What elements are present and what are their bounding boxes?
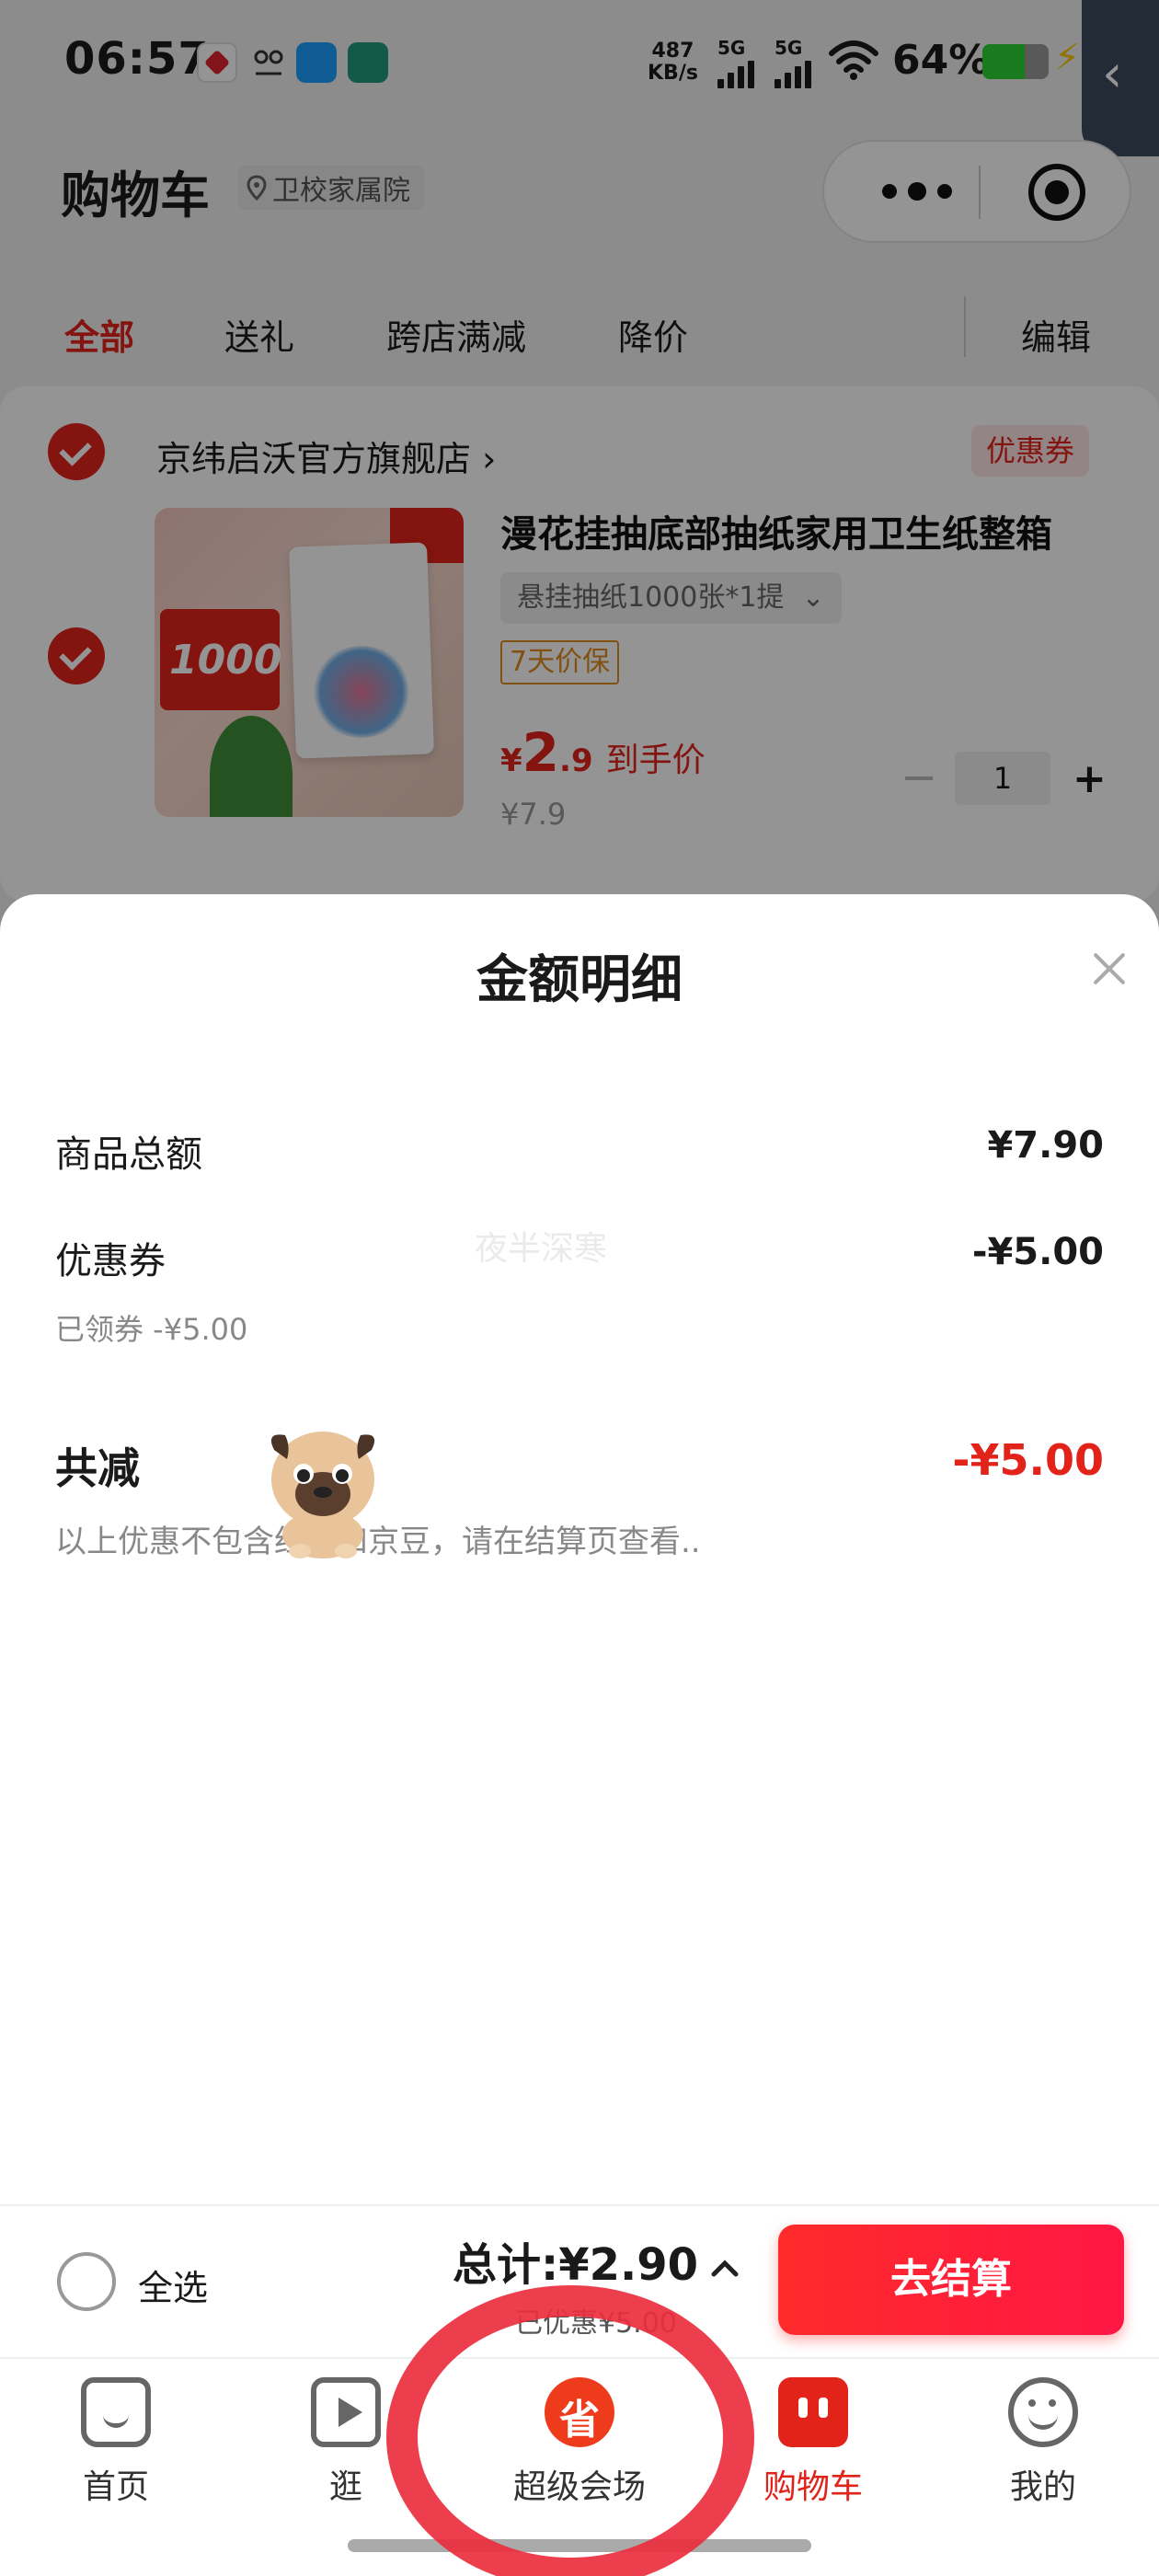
coupon-note: 已领券 -¥5.00 xyxy=(55,1312,248,1347)
total-price[interactable]: 总计:¥2.90 xyxy=(453,2228,698,2293)
close-icon[interactable] xyxy=(1089,948,1131,990)
watermark-text: 夜半深寒 xyxy=(475,1230,608,1268)
sheet-title: 金额明细 xyxy=(476,950,683,1010)
coupon-value: -¥5.00 xyxy=(971,1231,1104,1273)
checkout-button[interactable]: 去结算 xyxy=(778,2225,1124,2335)
tabbar-cart-label: 购物车 xyxy=(763,2468,863,2506)
select-all-label[interactable]: 全选 xyxy=(138,2260,208,2310)
pug-sticker-icon xyxy=(270,1432,375,1558)
goods-total-label: 商品总额 xyxy=(55,1133,202,1176)
tabbar-profile[interactable]: 我的 xyxy=(960,2377,1126,2508)
play-icon xyxy=(311,2377,381,2447)
profile-icon xyxy=(1008,2377,1078,2447)
select-all-radio[interactable] xyxy=(57,2252,116,2311)
tabbar-home[interactable]: 首页 xyxy=(33,2377,199,2508)
cart-icon xyxy=(778,2377,848,2447)
total-reduce-value: -¥5.00 xyxy=(952,1435,1104,1485)
tabbar-profile-label: 我的 xyxy=(1009,2468,1076,2506)
tabbar-home-label: 首页 xyxy=(82,2468,149,2506)
annotation-circle xyxy=(386,2285,754,2576)
goods-total-value: ¥7.90 xyxy=(987,1124,1104,1167)
home-icon xyxy=(81,2377,151,2447)
coupon-label: 优惠券 xyxy=(55,1240,166,1282)
chevron-up-icon[interactable] xyxy=(708,2252,741,2285)
total-reduce-label: 共减 xyxy=(55,1443,140,1493)
tabbar-cart[interactable]: 购物车 xyxy=(730,2377,896,2508)
